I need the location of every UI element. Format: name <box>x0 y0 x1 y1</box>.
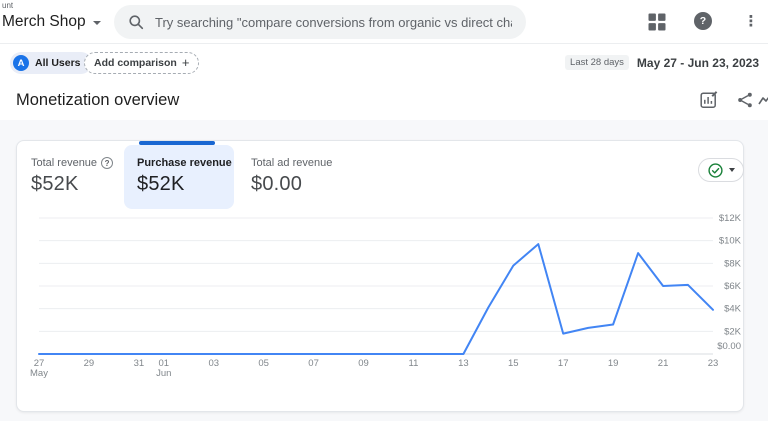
kebab-glyph: ⋮ <box>743 13 759 30</box>
app-bar: unt Merch Shop ? ⋮ <box>0 0 768 44</box>
svg-text:$6K: $6K <box>724 281 742 292</box>
help-icon[interactable]: ? <box>694 12 712 30</box>
date-preset-badge: Last 28 days <box>565 55 629 70</box>
report-header: Monetization overview <box>0 80 768 120</box>
account-label: unt <box>2 1 14 10</box>
svg-text:05: 05 <box>258 358 269 369</box>
svg-text:21: 21 <box>658 358 669 369</box>
svg-text:23: 23 <box>708 358 719 369</box>
svg-text:09: 09 <box>358 358 369 369</box>
kebab-menu-icon[interactable]: ⋮ <box>743 11 759 31</box>
revenue-chart[interactable]: $12K$10K$8K$6K$4K$2K$0.0027May29 31 01Jun0… <box>17 141 745 411</box>
search-bar[interactable] <box>114 5 526 39</box>
property-name: Merch Shop <box>2 13 86 30</box>
svg-text:19: 19 <box>608 358 619 369</box>
svg-text:$8K: $8K <box>724 258 742 269</box>
date-range-text: May 27 - Jun 23, 2023 <box>636 55 759 70</box>
svg-text:11: 11 <box>409 358 419 369</box>
segment-avatar: A <box>13 55 29 71</box>
svg-text:$4K: $4K <box>724 304 742 315</box>
svg-text:13: 13 <box>458 358 469 369</box>
insights-icon-partial[interactable] <box>758 91 768 112</box>
search-input[interactable] <box>155 14 512 30</box>
segment-label: All Users <box>35 57 81 69</box>
svg-text:07: 07 <box>308 358 319 369</box>
svg-text:$12K: $12K <box>719 213 742 224</box>
property-switcher[interactable]: Merch Shop <box>2 13 101 31</box>
svg-text:31: 31 <box>134 358 145 369</box>
svg-text:Jun: Jun <box>156 368 171 379</box>
plus-icon: + <box>181 55 190 70</box>
svg-text:$2K: $2K <box>724 326 742 337</box>
svg-text:03: 03 <box>208 358 219 369</box>
date-range-picker[interactable]: Last 28 days May 27 - Jun 23, 2023 <box>565 55 759 70</box>
customize-report-icon[interactable] <box>700 90 719 114</box>
segment-chip-all-users[interactable]: A All Users <box>10 52 92 74</box>
add-comparison-button[interactable]: Add comparison + <box>84 52 200 74</box>
chevron-down-icon <box>92 21 101 25</box>
svg-text:17: 17 <box>558 358 569 369</box>
comparison-bar: A All Users Add comparison + Last 28 day… <box>0 45 768 80</box>
analytics-screen: unt Merch Shop ? ⋮ A All Users Add compa… <box>0 0 768 421</box>
page-title: Monetization overview <box>16 91 180 109</box>
svg-text:May: May <box>30 368 48 379</box>
add-comparison-label: Add comparison <box>94 57 177 69</box>
svg-text:$10K: $10K <box>719 236 742 247</box>
share-icon[interactable] <box>737 92 753 113</box>
apps-grid-icon[interactable] <box>648 13 666 31</box>
svg-text:29: 29 <box>84 358 95 369</box>
help-glyph: ? <box>699 15 707 27</box>
search-icon <box>128 14 144 30</box>
monetization-card: Total revenue ? $52K Purchase revenue $5… <box>16 140 744 412</box>
svg-text:$0.00: $0.00 <box>717 341 741 352</box>
svg-text:15: 15 <box>508 358 519 369</box>
